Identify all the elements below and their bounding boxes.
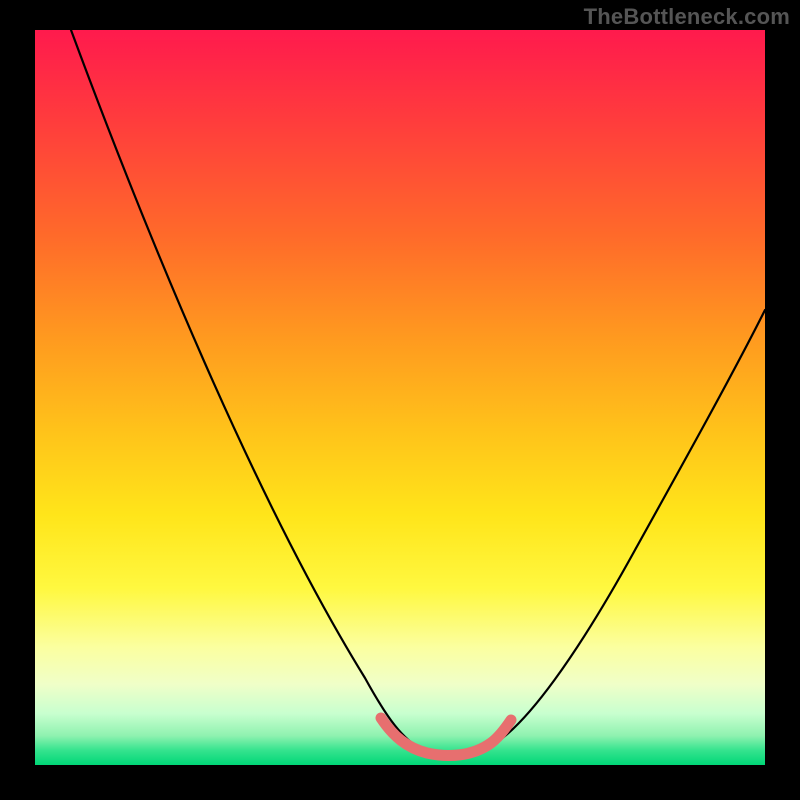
attribution-text: TheBottleneck.com <box>584 4 790 30</box>
optimal-band-curve <box>381 718 511 756</box>
plot-area <box>35 30 765 765</box>
curve-overlay <box>35 30 765 765</box>
chart-frame: TheBottleneck.com <box>0 0 800 800</box>
bottleneck-curve <box>71 30 765 756</box>
